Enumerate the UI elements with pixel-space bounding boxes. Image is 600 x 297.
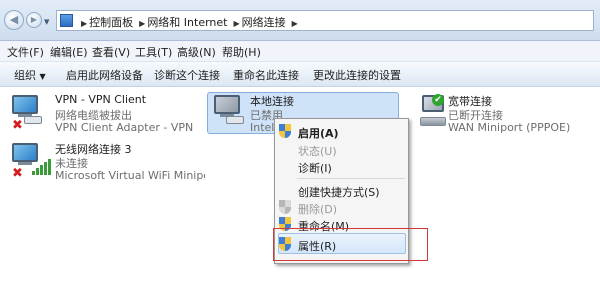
breadcrumb-item-network-internet[interactable]: 网络和 Internet	[147, 16, 227, 29]
menu-item-diagnose[interactable]: 诊断(I)	[275, 157, 408, 175]
menu-item-label: 诊断(I)	[298, 162, 332, 175]
menu-item-delete[interactable]: 删除(D)	[275, 198, 408, 216]
control-panel-icon	[60, 14, 73, 27]
red-x-icon: ✖	[12, 166, 23, 181]
menu-help[interactable]: 帮助(H)	[222, 44, 261, 60]
uac-shield-icon	[279, 124, 291, 138]
menu-view[interactable]: 查看(V)	[92, 44, 130, 60]
forward-button[interactable]: ▶	[26, 12, 42, 28]
menu-item-label: 启用(A)	[298, 127, 339, 140]
breadcrumb-separator-icon[interactable]: ▶	[292, 19, 298, 28]
connection-item-wireless[interactable]: ✖ 无线网络连接 3 未连接 Microsoft Virtual WiFi Mi…	[0, 137, 210, 185]
menu-separator	[297, 178, 405, 179]
chevron-down-icon: ▼	[39, 72, 46, 81]
breadcrumb-item-control-panel[interactable]: 控制面板	[89, 16, 133, 29]
breadcrumb-separator-icon[interactable]: ▶	[81, 19, 87, 28]
menu-bar: 文件(F) 编辑(E) 查看(V) 工具(T) 高级(N) 帮助(H)	[0, 41, 600, 62]
breadcrumb-item-network-connections[interactable]: 网络连接	[242, 16, 286, 29]
signal-strength-icon	[32, 159, 52, 175]
connection-item-vpn[interactable]: ✖ VPN - VPN Client 网络电缆被拔出 VPN Client Ad…	[0, 87, 200, 135]
connection-adapter: Intel	[250, 121, 275, 134]
diagnose-connection-button[interactable]: 诊断这个连接	[154, 67, 220, 83]
menu-item-create-shortcut[interactable]: 创建快捷方式(S)	[275, 181, 408, 199]
connection-adapter: WAN Miniport (PPPOE)	[448, 121, 571, 134]
connection-name: VPN - VPN Client	[55, 93, 147, 106]
organize-label: 组织	[14, 69, 36, 82]
green-check-icon: ✔	[432, 94, 444, 106]
breadcrumb[interactable]: ▶ 控制面板 ▶ 网络和 Internet ▶ 网络连接 ▶	[56, 10, 594, 31]
menu-edit[interactable]: 编辑(E)	[50, 44, 88, 60]
menu-item-status[interactable]: 状态(U)	[275, 140, 408, 158]
enable-device-button[interactable]: 启用此网络设备	[66, 67, 143, 83]
breadcrumb-separator-icon[interactable]: ▶	[234, 19, 240, 28]
connection-item-broadband[interactable]: ✔ 宽带连接 已断开连接 WAN Miniport (PPPOE)	[404, 87, 600, 135]
organize-button[interactable]: 组织 ▼	[14, 67, 46, 83]
menu-file[interactable]: 文件(F)	[7, 44, 44, 60]
back-button[interactable]: ◀	[4, 10, 24, 30]
command-toolbar: 组织 ▼ 启用此网络设备 诊断这个连接 重命名此连接 更改此连接的设置	[0, 62, 600, 87]
change-settings-button[interactable]: 更改此连接的设置	[313, 67, 401, 83]
menu-tools[interactable]: 工具(T)	[135, 44, 172, 60]
history-dropdown-icon[interactable]: ▼	[44, 18, 49, 26]
uac-shield-icon	[279, 200, 291, 214]
connection-adapter: VPN Client Adapter - VPN	[55, 121, 194, 134]
breadcrumb-separator-icon[interactable]: ▶	[139, 19, 145, 28]
red-x-icon: ✖	[12, 118, 23, 133]
menu-item-enable[interactable]: 启用(A)	[275, 122, 408, 140]
address-bar: ◀ ▶ ▼ ▶ 控制面板 ▶ 网络和 Internet ▶ 网络连接 ▶	[0, 0, 600, 41]
connection-adapter: Microsoft Virtual WiFi Miniport	[55, 169, 205, 182]
highlight-annotation-box	[273, 228, 428, 261]
rename-connection-button[interactable]: 重命名此连接	[233, 67, 299, 83]
menu-advanced[interactable]: 高级(N)	[177, 44, 216, 60]
